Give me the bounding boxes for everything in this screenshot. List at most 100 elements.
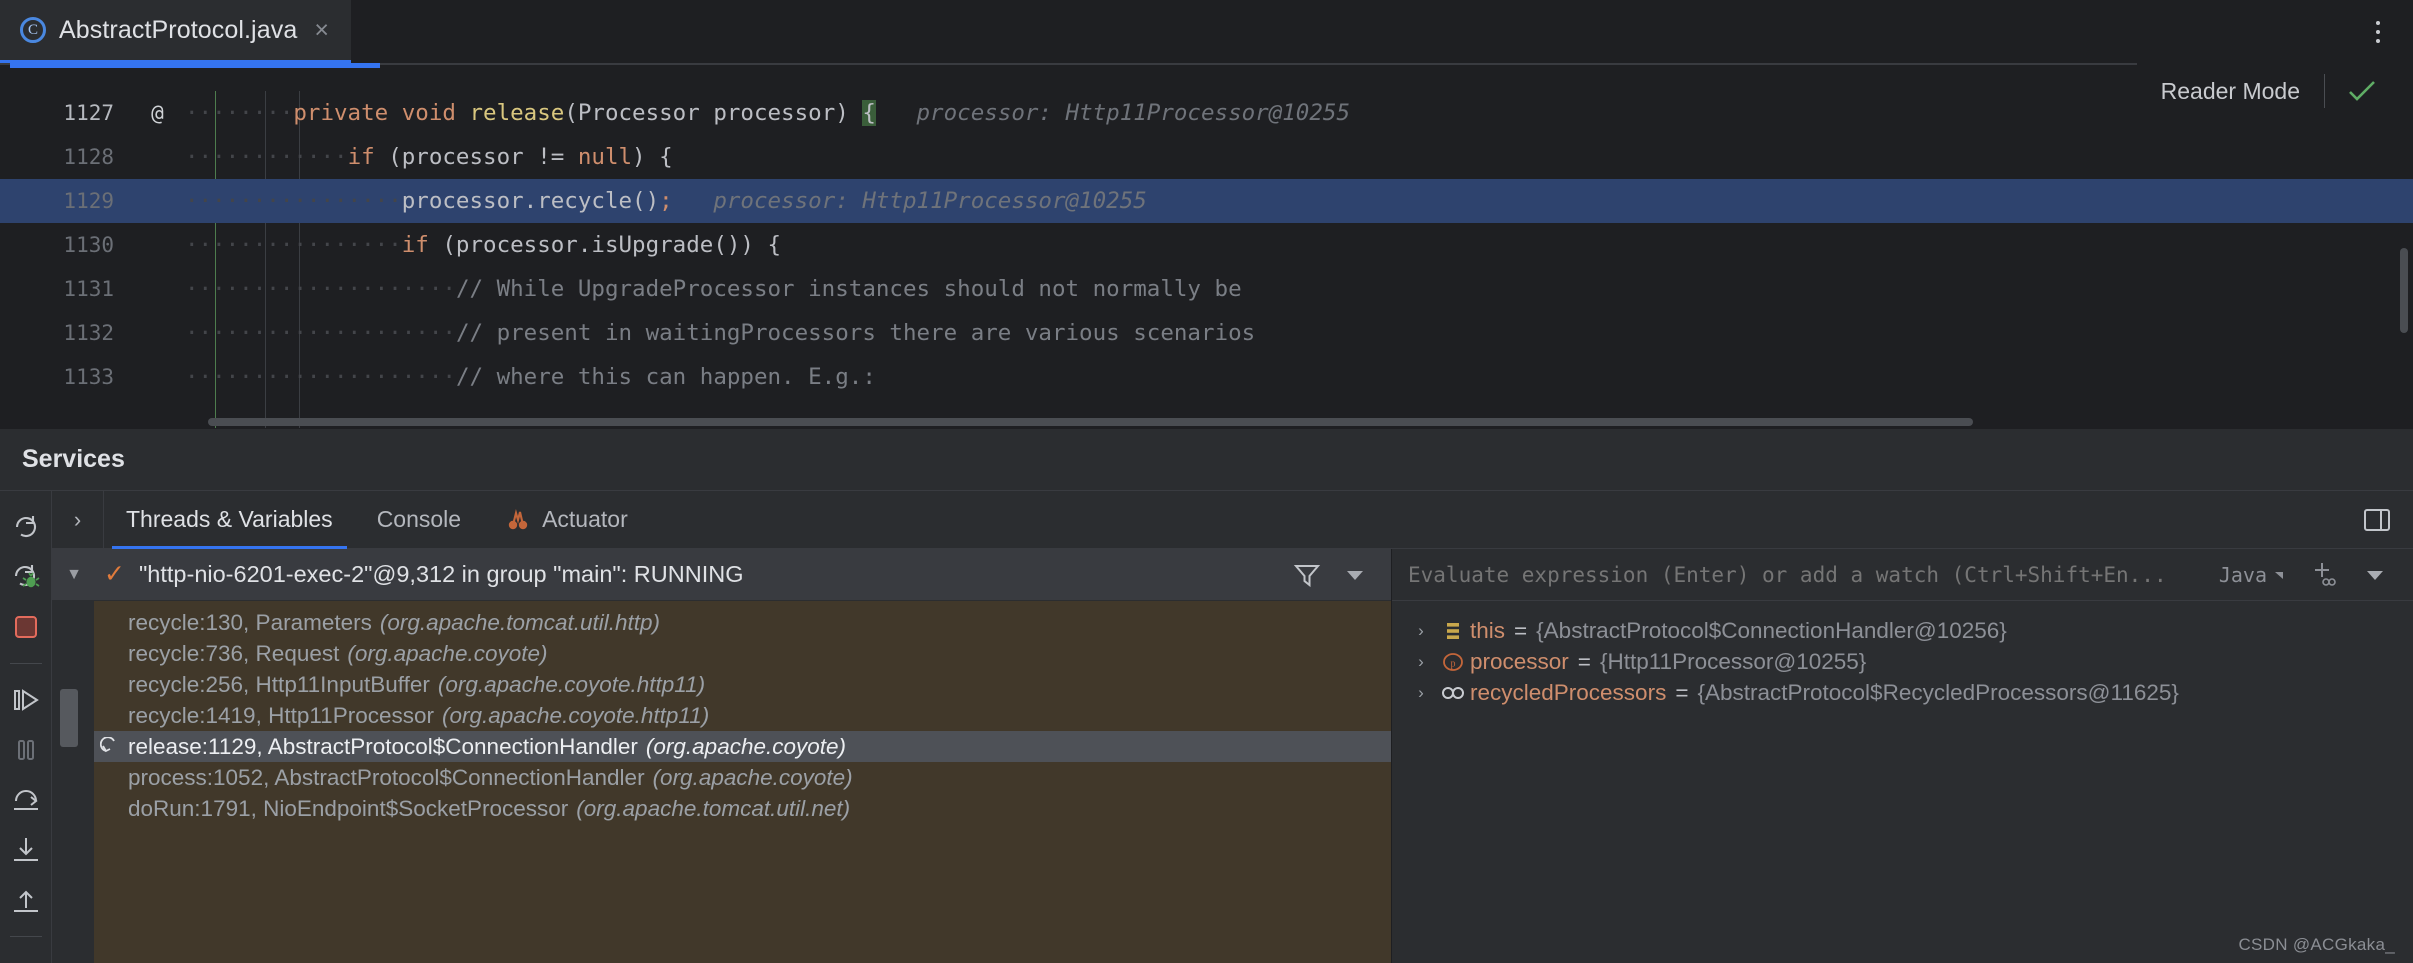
expand-chevron-icon[interactable]: › — [1406, 621, 1436, 641]
code-token: if — [401, 232, 443, 258]
code-line[interactable]: 1131 ····················// While Upgrade… — [0, 267, 2413, 311]
tab-actuator[interactable]: Actuator — [483, 491, 650, 548]
line-number: 1129 — [63, 189, 114, 213]
indent-dots: ················ — [185, 232, 402, 258]
running-check-icon: ✓ — [104, 560, 125, 588]
rerun-icon[interactable] — [4, 505, 48, 549]
rerun-debug-icon[interactable] — [4, 555, 48, 599]
variables-list[interactable]: › this = {AbstractProtocol$ConnectionHandle… — [1392, 601, 2413, 963]
evaluate-language-selector[interactable]: Java — [2219, 563, 2291, 587]
add-watch-icon[interactable] — [2309, 561, 2337, 589]
pause-program-icon[interactable] — [4, 728, 48, 772]
stack-frame-row[interactable]: recycle:130, Parameters (org.apache.tomca… — [94, 607, 1391, 638]
code-line[interactable]: 1132 ····················// present in wa… — [0, 311, 2413, 355]
stack-frame-package: (org.apache.tomcat.util.http) — [379, 609, 660, 635]
stack-frames-list[interactable]: recycle:130, Parameters (org.apache.tomca… — [94, 601, 1391, 963]
resume-program-icon[interactable] — [4, 678, 48, 722]
thread-selector[interactable]: ▼ ✓ "http-nio-6201-exec-2"@9,312 in grou… — [52, 549, 1391, 601]
code-token: ) { — [632, 144, 673, 170]
expand-chevron-icon[interactable]: › — [1406, 683, 1436, 703]
services-tool-window: Services › Threads & Variables Console A… — [0, 428, 2413, 963]
thread-label: "http-nio-6201-exec-2"@9,312 in group "m… — [138, 561, 744, 587]
dots-vertical-icon — [2376, 20, 2380, 43]
stack-frame-row[interactable]: doRun:1791, NioEndpoint$SocketProcessor (… — [94, 793, 1391, 824]
close-icon[interactable]: × — [314, 17, 329, 43]
equals-sign: = — [1514, 617, 1528, 643]
editor-more-options-button[interactable] — [2343, 0, 2413, 63]
chevron-down-icon[interactable] — [1343, 565, 1367, 585]
step-into-icon[interactable] — [4, 828, 48, 872]
debugger-panes: ▼ ✓ "http-nio-6201-exec-2"@9,312 in grou… — [52, 549, 2413, 963]
services-body: › Threads & Variables Console Actuator ▼… — [0, 491, 2413, 963]
line-number: 1128 — [63, 145, 114, 169]
code-token: (Processor processor) — [564, 100, 863, 126]
frames-pane: ▼ ✓ "http-nio-6201-exec-2"@9,312 in grou… — [52, 549, 1392, 963]
code-text: ············if (processor != null) { — [185, 144, 673, 170]
tab-console-label: Console — [376, 506, 462, 532]
watch-icon — [1436, 682, 1470, 704]
stack-frame-row[interactable]: recycle:1419, Http11Processor (org.apache… — [94, 700, 1391, 731]
code-text: ····················// While UpgradeProc… — [185, 276, 1242, 302]
chevron-down-icon[interactable] — [2363, 565, 2387, 585]
editor-vertical-scrollbar[interactable] — [2400, 248, 2408, 333]
code-line[interactable]: 1130 ················if (processor.isUpgr… — [0, 223, 2413, 267]
code-token: null — [577, 144, 633, 170]
code-line[interactable]: 1128 ············if (processor != null) { — [0, 135, 2413, 179]
code-line[interactable]: 1127 @ ········private void release(Proces… — [0, 91, 2413, 135]
code-token: void — [401, 100, 470, 126]
equals-sign: = — [1577, 648, 1591, 674]
variable-row[interactable]: › recycledProcessors = {AbstractProtocol$Re… — [1392, 677, 2413, 708]
code-text: ········private void release(Processor p… — [185, 100, 1350, 126]
services-title: Services — [22, 445, 125, 473]
collapse-icon[interactable]: ▼ — [52, 566, 96, 584]
frames-wrap: recycle:130, Parameters (org.apache.tomca… — [52, 601, 1391, 963]
code-text: ················processor.recycle(); pro… — [185, 188, 1147, 214]
expand-chevron-icon[interactable]: › — [1406, 652, 1436, 672]
stack-frame-package: (org.apache.tomcat.util.net) — [576, 795, 851, 821]
variables-pane: Java — [1392, 549, 2413, 963]
evaluate-expression-row: Java — [1392, 549, 2413, 601]
line-number: 1132 — [63, 321, 114, 345]
editor-tab-abstractprotocol[interactable]: C AbstractProtocol.java × — [0, 0, 351, 63]
stack-frame-row[interactable]: process:1052, AbstractProtocol$Connectio… — [94, 762, 1391, 793]
expand-panel-button[interactable]: › — [52, 491, 104, 548]
editor-horizontal-scrollbar[interactable] — [208, 418, 1973, 426]
debugger-toolbar — [0, 491, 52, 963]
variable-value: {Http11Processor@10255} — [1599, 648, 1867, 674]
stack-frame-row[interactable]: release:1129, AbstractProtocol$Connectio… — [94, 731, 1391, 762]
code-token: { — [862, 100, 876, 126]
variable-row[interactable]: › p processor = {Http11Processor@10255} — [1392, 646, 2413, 677]
variable-row[interactable]: › this = {AbstractProtocol$ConnectionHandle… — [1392, 615, 2413, 646]
tab-console[interactable]: Console — [355, 491, 483, 548]
tab-threads-and-variables[interactable]: Threads & Variables — [104, 491, 355, 549]
frames-scrollbar[interactable] — [52, 601, 94, 963]
tab-threads-and-variables-label: Threads & Variables — [126, 506, 333, 532]
stack-frame-row[interactable]: recycle:256, Http11InputBuffer (org.apach… — [94, 669, 1391, 700]
evaluate-expression-input[interactable] — [1408, 562, 2219, 587]
indent-dots: ···················· — [185, 364, 456, 390]
layout-settings-button[interactable] — [2363, 491, 2413, 548]
stop-icon[interactable] — [4, 605, 48, 649]
reader-mode-label[interactable]: Reader Mode — [2137, 78, 2324, 105]
code-line[interactable]: 1129 ················processor.recycle();… — [0, 179, 2413, 223]
scrollbar-thumb[interactable] — [60, 689, 78, 747]
inspections-ok-icon[interactable] — [2325, 79, 2393, 103]
services-header: Services — [0, 429, 2413, 491]
stack-frame-package: (org.apache.coyote.http11) — [441, 702, 710, 728]
variable-name: processor — [1470, 648, 1569, 674]
stack-frame-row[interactable]: recycle:736, Request (org.apache.coyote) — [94, 638, 1391, 669]
filter-icon[interactable] — [1293, 562, 1321, 588]
code-token: (processor.isUpgrade()) { — [442, 232, 782, 258]
code-token: if — [347, 144, 389, 170]
step-out-icon[interactable] — [4, 878, 48, 922]
gutter-marker[interactable]: @ — [130, 101, 185, 125]
variable-value: {AbstractProtocol$RecycledProcessors@116… — [1697, 679, 2179, 705]
debugger-main: › Threads & Variables Console Actuator ▼… — [52, 491, 2413, 963]
code-token: // present in waitingProcessors there ar… — [455, 320, 1256, 346]
stack-frame-method: recycle:736, Request — [128, 640, 340, 666]
code-lines[interactable]: 1127 @ ········private void release(Proces… — [0, 91, 2413, 428]
code-line[interactable]: 1133 ····················// where this ca… — [0, 355, 2413, 399]
step-over-icon[interactable] — [4, 778, 48, 822]
inline-debug-hint: processor: Http11Processor@10255 — [672, 188, 1147, 214]
current-frame-icon — [94, 736, 128, 757]
